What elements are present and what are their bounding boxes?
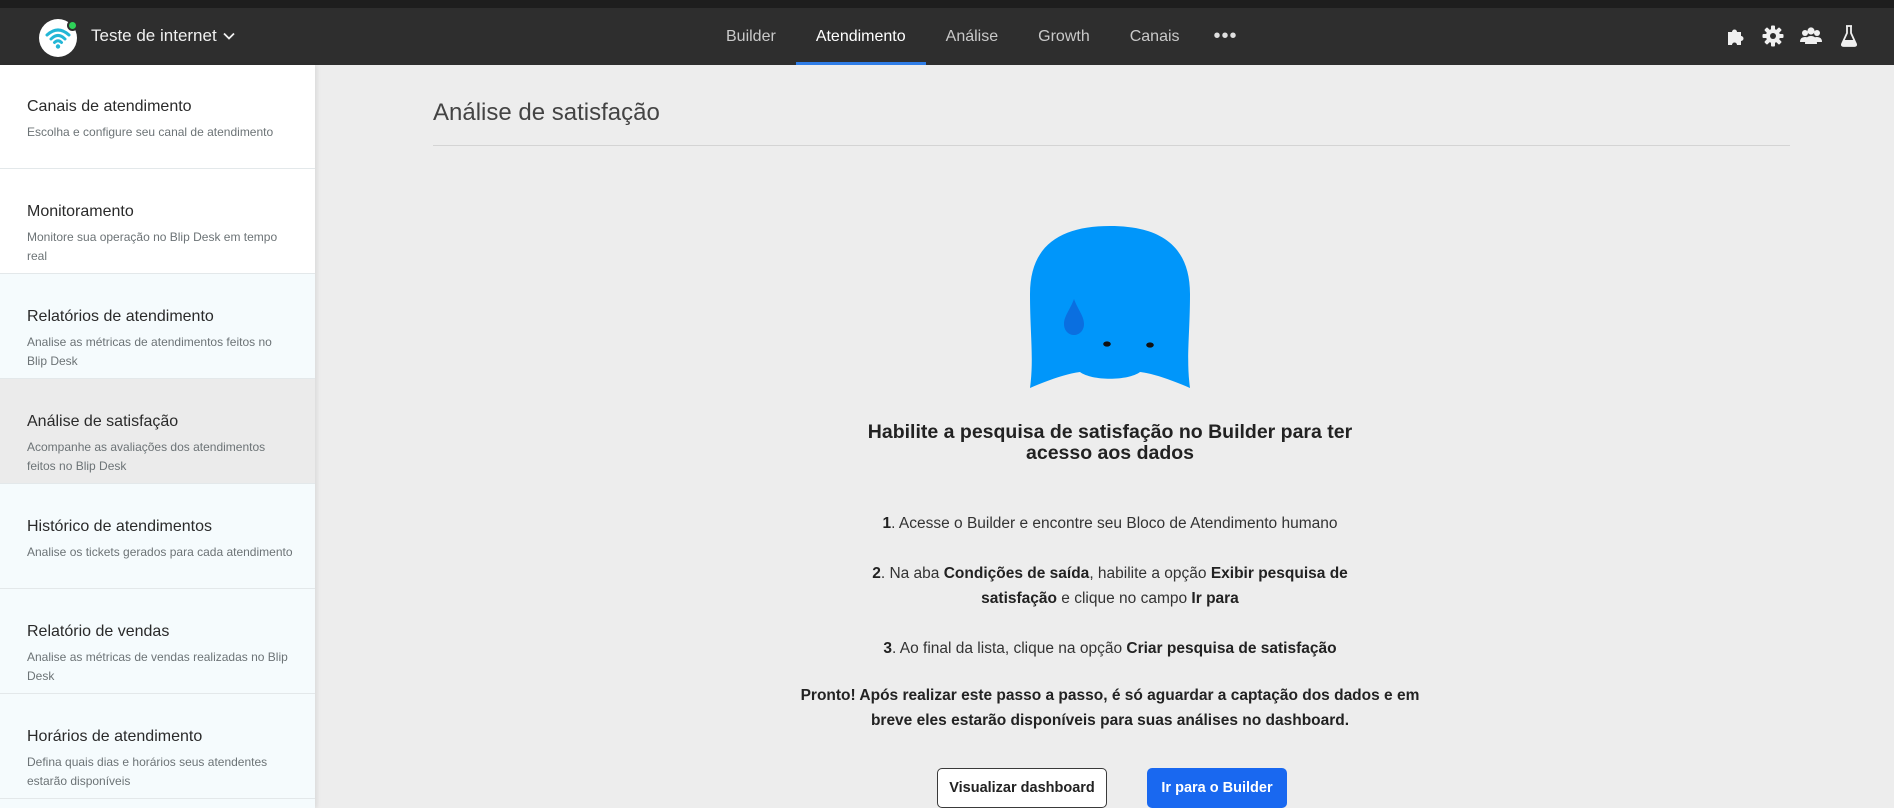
tab-builder[interactable]: Builder (706, 8, 796, 65)
sidebar-item-desc: Defina quais dias e horários seus atende… (27, 755, 268, 788)
step-number: 2 (872, 565, 881, 582)
sidebar-item-title: Horários de atendimento (27, 728, 203, 745)
online-status-dot (67, 20, 78, 31)
team-icon[interactable] (1800, 25, 1822, 47)
instructions-list: 1. Acesse o Builder e encontre seu Bloco… (855, 511, 1365, 686)
sidebar-item-analise-de-satisfacao[interactable]: Análise de satisfação Acompanhe as avali… (0, 379, 315, 484)
sidebar-item-relatorio-de-vendas[interactable]: Relatório de vendas Analise as métricas … (0, 589, 315, 694)
sidebar-item-desc: Escolha e configure seu canal de atendim… (27, 125, 274, 139)
main-nav-tabs: Builder Atendimento Análise Growth Canai… (706, 8, 1252, 65)
sidebar-item-desc: Monitore sua operação no Blip Desk em te… (27, 230, 278, 263)
sidebar-item-monitoramento[interactable]: Monitoramento Monitore sua operação no B… (0, 169, 315, 274)
sidebar-item-canais-de-atendimento[interactable]: Canais de atendimento Escolha e configur… (0, 65, 315, 169)
step-emphasis: Condições de saída (943, 565, 1090, 582)
window-top-strip (0, 0, 1894, 8)
top-navbar: Teste de internet Builder Atendimento An… (0, 8, 1894, 65)
sidebar-item-horarios-de-atendimento[interactable]: Horários de atendimento Defina quais dia… (0, 694, 315, 799)
view-dashboard-button[interactable]: Visualizar dashboard (937, 768, 1107, 808)
step-number: 1 (882, 515, 892, 532)
more-tabs-button[interactable]: ••• (1200, 8, 1252, 65)
bot-name: Teste de internet (91, 26, 217, 45)
sidebar: Canais de atendimento Escolha e configur… (0, 65, 315, 808)
tab-growth[interactable]: Growth (1018, 8, 1110, 65)
flask-icon[interactable] (1838, 25, 1860, 47)
step-text: . Na aba (880, 565, 944, 582)
instruction-step: 3. Ao final da lista, clique na opção Cr… (855, 636, 1365, 661)
tab-canais[interactable]: Canais (1110, 8, 1200, 65)
sidebar-item-title: Análise de satisfação (27, 413, 179, 430)
title-divider (433, 145, 1790, 146)
main-content: Análise de satisfação Habilite a pesquis… (315, 65, 1894, 808)
bot-avatar[interactable] (39, 19, 78, 57)
sad-blip-mascot-icon (1030, 226, 1190, 388)
step-emphasis: Ir para (1191, 590, 1239, 607)
bot-selector[interactable]: Teste de internet (91, 26, 235, 46)
step-text: , habilite a opção (1089, 565, 1211, 582)
sidebar-item-title: Relatórios de atendimento (27, 308, 214, 325)
chevron-down-icon (223, 32, 235, 40)
go-to-builder-button[interactable]: Ir para o Builder (1147, 768, 1287, 808)
sidebar-item-title: Histórico de atendimentos (27, 518, 212, 535)
sidebar-item-historico-de-atendimentos[interactable]: Histórico de atendimentos Analise os tic… (0, 484, 315, 589)
sidebar-item-desc: Acompanhe as avaliações dos atendimentos… (27, 440, 266, 473)
tab-atendimento[interactable]: Atendimento (795, 8, 926, 65)
gear-icon[interactable] (1762, 25, 1784, 47)
header-actions (1724, 25, 1860, 47)
step-emphasis: Criar pesquisa de satisfação (1126, 640, 1337, 657)
step-text: e clique no campo (1057, 590, 1192, 607)
sidebar-item-desc: Analise as métricas de vendas realizadas… (27, 650, 288, 683)
final-note: Pronto! Após realizar este passo a passo… (800, 687, 1420, 729)
sidebar-item-desc: Analise os tickets gerados para cada ate… (27, 545, 293, 559)
page-title: Análise de satisfação (433, 99, 660, 126)
instruction-step: 2. Na aba Condições de saída, habilite a… (855, 561, 1365, 611)
sidebar-item-relatorios-de-atendimento[interactable]: Relatórios de atendimento Analise as mét… (0, 274, 315, 379)
sidebar-item-title: Monitoramento (27, 203, 134, 220)
step-text: . Acesse o Builder e encontre seu Bloco … (891, 515, 1338, 532)
step-number: 3 (883, 640, 892, 657)
sidebar-item-title: Relatório de vendas (27, 623, 170, 640)
tab-analise[interactable]: Análise (926, 8, 1018, 65)
instruction-step: 1. Acesse o Builder e encontre seu Bloco… (855, 511, 1365, 536)
satisfaction-headline: Habilite a pesquisa de satisfação no Bui… (867, 421, 1353, 464)
sidebar-item-desc: Analise as métricas de atendimentos feit… (27, 335, 272, 368)
puzzle-icon[interactable] (1724, 25, 1746, 47)
sidebar-item-title: Canais de atendimento (27, 98, 192, 115)
step-text: . Ao final da lista, clique na opção (892, 640, 1127, 657)
